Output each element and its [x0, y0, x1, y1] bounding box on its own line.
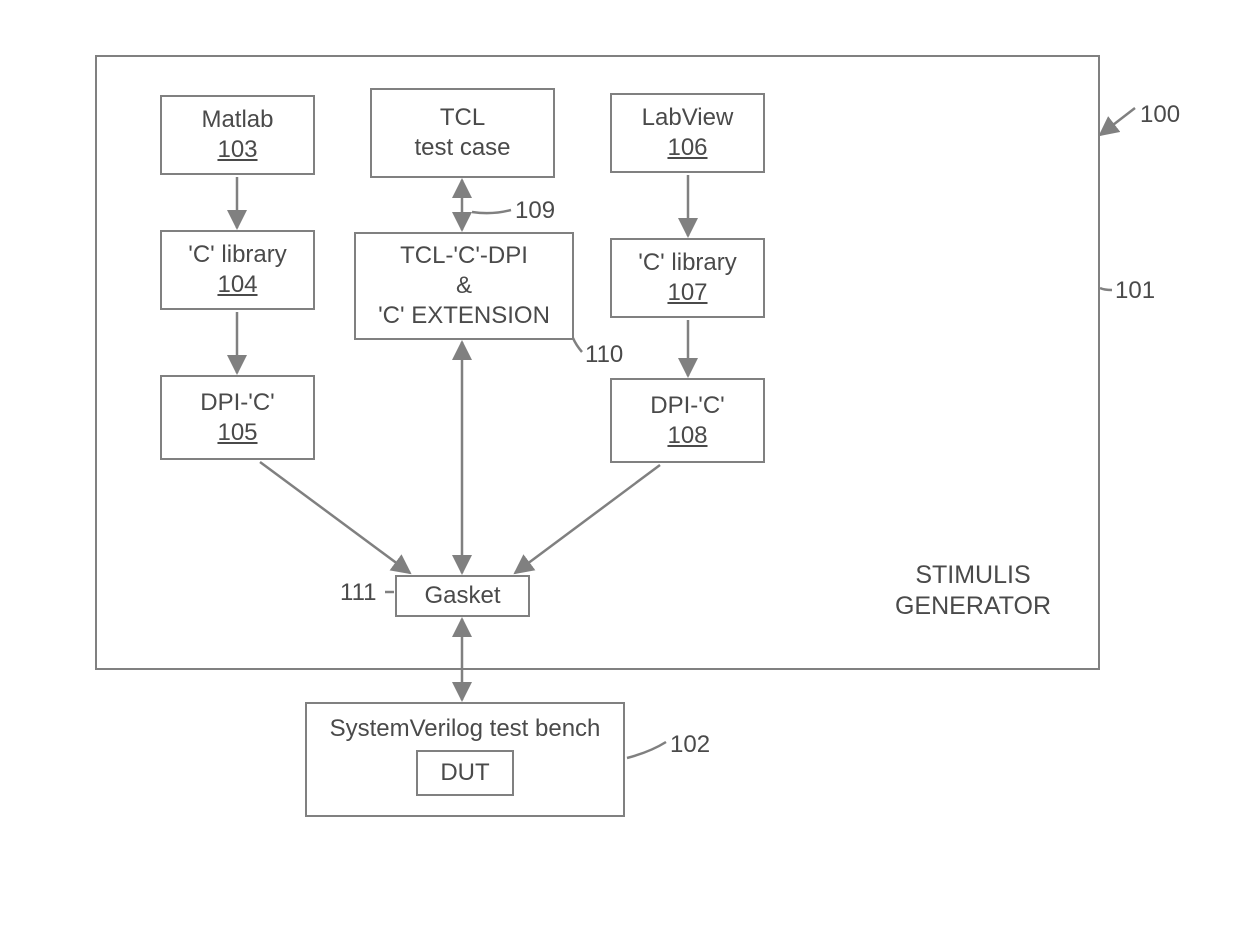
dpic-left-label: DPI-'C' [200, 388, 275, 418]
ref-102-text: 102 [670, 731, 710, 758]
ref-109: 109 [515, 196, 555, 226]
tcl-ext-label1: TCL-'C'-DPI [400, 241, 528, 271]
clib-left-ref: 104 [217, 270, 257, 300]
clib-left-box: 'C' library 104 [160, 230, 315, 310]
matlab-ref: 103 [217, 135, 257, 165]
ref-110: 110 [585, 340, 623, 370]
dut-label: DUT [440, 759, 489, 786]
ref-100: 100 [1140, 100, 1180, 130]
ref-111: 111 [340, 578, 376, 608]
gasket-box: Gasket [395, 575, 530, 617]
svtb-box: SystemVerilog test bench DUT [305, 702, 625, 817]
clib-right-ref: 107 [667, 278, 707, 308]
stimulus-generator-label: STIMULIS GENERATOR [873, 560, 1073, 623]
tcl-test-label1: TCL [440, 103, 485, 133]
dpic-right-box: DPI-'C' 108 [610, 378, 765, 463]
tcl-ext-box: TCL-'C'-DPI & 'C' EXTENSION [354, 232, 574, 340]
clib-left-label: 'C' library [188, 240, 287, 270]
svtb-label: SystemVerilog test bench [330, 714, 601, 744]
dut-box: DUT [416, 750, 513, 796]
matlab-box: Matlab 103 [160, 95, 315, 175]
ref-109-text: 109 [515, 197, 555, 224]
ref-101-text: 101 [1115, 277, 1155, 304]
dpic-left-box: DPI-'C' 105 [160, 375, 315, 460]
ref-101: 101 [1115, 276, 1155, 306]
tcl-ext-label2: & [456, 271, 472, 301]
ref-100-text: 100 [1140, 101, 1180, 128]
labview-ref: 106 [667, 133, 707, 163]
ref-111-text: 111 [340, 579, 376, 606]
gasket-label: Gasket [424, 581, 500, 611]
stimulus-generator-text: STIMULIS GENERATOR [895, 561, 1051, 620]
tcl-test-box: TCL test case [370, 88, 555, 178]
tcl-test-label2: test case [414, 133, 510, 163]
matlab-label: Matlab [201, 105, 273, 135]
dpic-left-ref: 105 [217, 418, 257, 448]
labview-label: LabView [642, 103, 734, 133]
ref-102: 102 [670, 730, 710, 760]
dpic-right-ref: 108 [667, 421, 707, 451]
labview-box: LabView 106 [610, 93, 765, 173]
clib-right-label: 'C' library [638, 248, 737, 278]
dpic-right-label: DPI-'C' [650, 391, 725, 421]
tcl-ext-label3: 'C' EXTENSION [378, 301, 550, 331]
ref-110-text: 110 [585, 341, 623, 368]
clib-right-box: 'C' library 107 [610, 238, 765, 318]
